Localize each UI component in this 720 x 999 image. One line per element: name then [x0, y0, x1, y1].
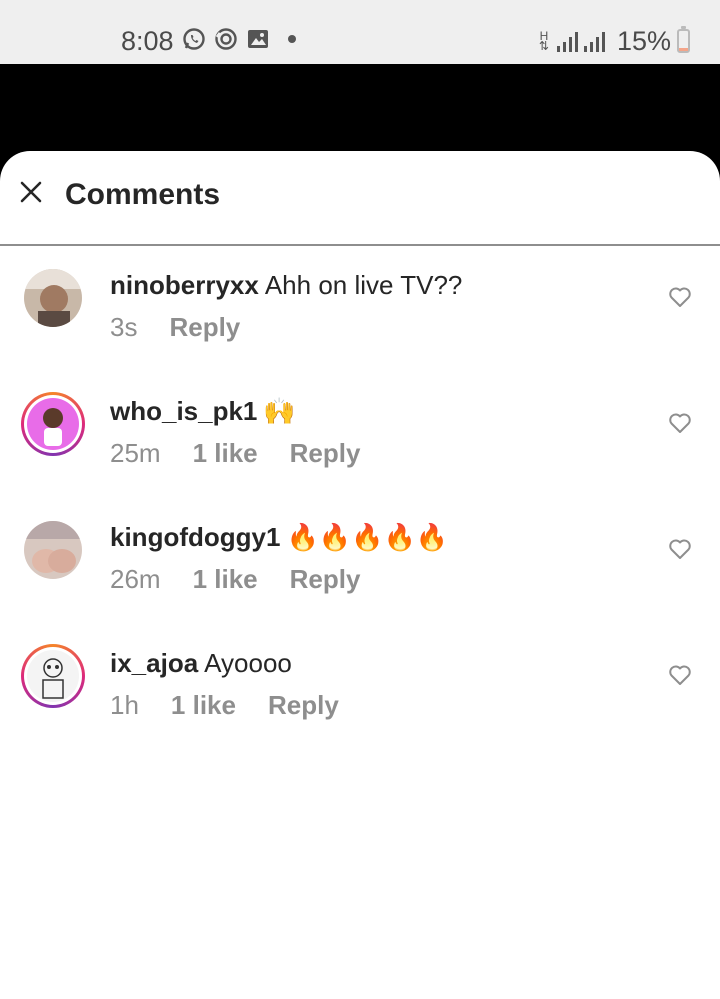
comment-text: ninoberryxx Ahh on live TV??	[110, 269, 462, 301]
comment-item: who_is_pk1 🙌 25m 1 like Reply	[0, 392, 720, 515]
image-icon	[246, 27, 270, 51]
status-bar: 8:08 H ⇅ 15%	[0, 0, 720, 64]
avatar[interactable]	[24, 269, 82, 327]
whatsapp-icon	[182, 27, 206, 51]
comment-username[interactable]: who_is_pk1	[110, 396, 257, 426]
system-indicators: H ⇅ 15%	[537, 22, 690, 60]
comment-meta: 25m 1 like Reply	[110, 437, 360, 469]
comment-item: ninoberryxx Ahh on live TV?? 3s Reply	[0, 269, 720, 389]
comment-time: 26m	[110, 564, 161, 594]
likes-count[interactable]: 1 like	[193, 563, 258, 595]
comment-text: ix_ajoa Ayoooo	[110, 647, 292, 679]
comment-body: Ahh on live TV??	[264, 270, 463, 300]
comment-username[interactable]: ninoberryxx	[110, 270, 259, 300]
comment-body: Ayoooo	[204, 648, 292, 678]
comment-item: ix_ajoa Ayoooo 1h 1 like Reply	[0, 644, 720, 767]
mobile-data-icon: H ⇅	[538, 29, 549, 53]
comment-meta: 3s Reply	[110, 311, 240, 343]
battery-percentage: 15%	[616, 26, 671, 56]
comment-meta: 26m 1 like Reply	[110, 563, 360, 595]
notification-icons	[182, 27, 296, 51]
heart-icon[interactable]	[668, 664, 692, 686]
comment-text: who_is_pk1 🙌	[110, 395, 296, 427]
likes-count[interactable]: 1 like	[171, 689, 236, 721]
heart-icon[interactable]	[668, 412, 692, 434]
signal-icon-2	[583, 30, 605, 52]
more-notifications-dot	[288, 35, 296, 43]
reply-button[interactable]: Reply	[268, 689, 339, 721]
reply-button[interactable]: Reply	[169, 311, 240, 343]
sync-icon	[214, 27, 238, 51]
comment-username[interactable]: kingofdoggy1	[110, 522, 280, 552]
close-icon[interactable]	[18, 179, 44, 205]
comments-header: Comments	[0, 151, 720, 246]
signal-icon	[556, 30, 578, 52]
comment-time: 3s	[110, 312, 138, 342]
comment-text: kingofdoggy1 🔥🔥🔥🔥🔥	[110, 521, 448, 553]
reply-button[interactable]: Reply	[290, 437, 361, 469]
reply-button[interactable]: Reply	[290, 563, 361, 595]
likes-count[interactable]: 1 like	[193, 437, 258, 469]
comment-time: 1h	[110, 690, 139, 720]
avatar[interactable]	[21, 392, 85, 456]
avatar[interactable]	[24, 521, 82, 579]
battery-icon	[677, 26, 690, 53]
comment-time: 25m	[110, 438, 161, 468]
heart-icon[interactable]	[668, 538, 692, 560]
comment-body: 🔥🔥🔥🔥🔥	[286, 522, 449, 552]
clock: 8:08	[121, 26, 174, 56]
page-title: Comments	[65, 178, 221, 211]
heart-icon[interactable]	[668, 286, 692, 308]
comment-body: 🙌	[263, 396, 296, 426]
comment-item: kingofdoggy1 🔥🔥🔥🔥🔥 26m 1 like Reply	[0, 521, 720, 641]
comments-sheet: Comments ninoberryxx Ahh on live TV?? 3s …	[0, 151, 720, 999]
comment-meta: 1h 1 like Reply	[110, 689, 339, 721]
comment-username[interactable]: ix_ajoa	[110, 648, 198, 678]
avatar[interactable]	[21, 644, 85, 708]
